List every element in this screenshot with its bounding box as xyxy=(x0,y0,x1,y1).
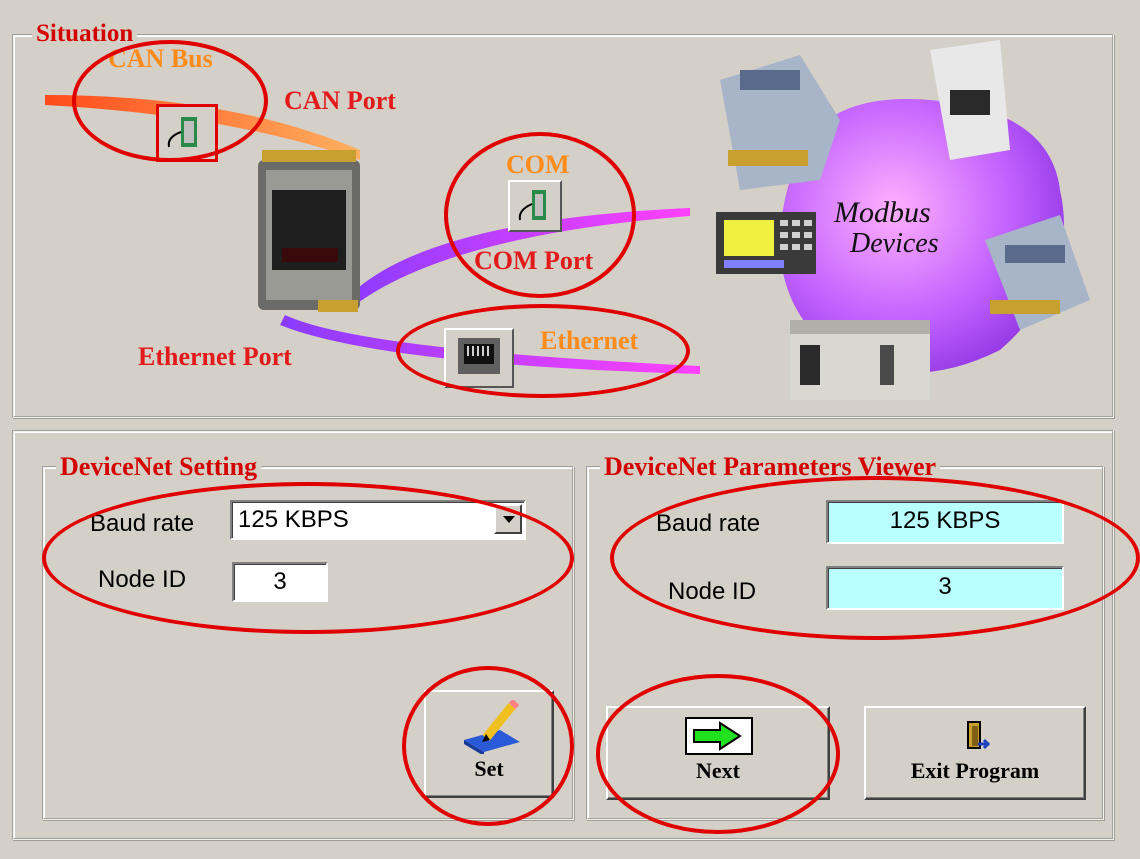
baud-rate-select[interactable]: 125 KBPS xyxy=(230,500,526,540)
viewer-node-id-label: Node ID xyxy=(668,578,757,605)
com-label: COM xyxy=(506,150,570,179)
exit-program-button-label: Exit Program xyxy=(910,758,1040,783)
exit-door-icon xyxy=(967,721,991,750)
set-button-label: Set xyxy=(474,756,504,781)
viewer-baud-rate-value: 125 KBPS xyxy=(826,500,1064,544)
modbus-devices-label-1: Modbus xyxy=(834,196,931,229)
node-id-label: Node ID xyxy=(98,566,187,593)
can-connector-icon xyxy=(156,104,218,162)
pencil-icon xyxy=(464,700,520,754)
can-bus-label: CAN Bus xyxy=(108,44,213,73)
baud-rate-label: Baud rate xyxy=(90,510,195,537)
arrow-right-icon xyxy=(685,717,753,755)
plc-device xyxy=(790,320,930,400)
chevron-down-icon[interactable] xyxy=(494,504,522,534)
viewer-node-id-value: 3 xyxy=(826,566,1064,610)
com-port-label: COM Port xyxy=(474,246,594,275)
exit-program-button[interactable]: Exit Program xyxy=(864,706,1086,800)
next-button-label: Next xyxy=(696,758,740,783)
ethernet-port-label: Ethernet Port xyxy=(138,342,292,371)
ethernet-connector-icon xyxy=(444,328,514,388)
node-id-input[interactable]: 3 xyxy=(232,562,328,602)
viewer-baud-rate-label: Baud rate xyxy=(656,510,761,537)
node-id-input-value: 3 xyxy=(273,568,287,595)
devicenet-setting-legend: DeviceNet Setting xyxy=(56,452,262,482)
set-button[interactable]: Set xyxy=(424,690,554,798)
parameters-viewer-legend: DeviceNet Parameters Viewer xyxy=(600,452,941,482)
controller-device xyxy=(258,150,360,312)
ethernet-label: Ethernet xyxy=(540,326,639,355)
hmi-panel-device xyxy=(716,212,816,274)
com-connector-icon xyxy=(508,180,562,232)
modbus-devices-label-2: Devices xyxy=(850,228,939,259)
next-button[interactable]: Next xyxy=(606,706,830,800)
can-port-label: CAN Port xyxy=(284,86,396,115)
baud-rate-select-value: 125 KBPS xyxy=(238,506,349,533)
module-device-top xyxy=(720,55,840,190)
